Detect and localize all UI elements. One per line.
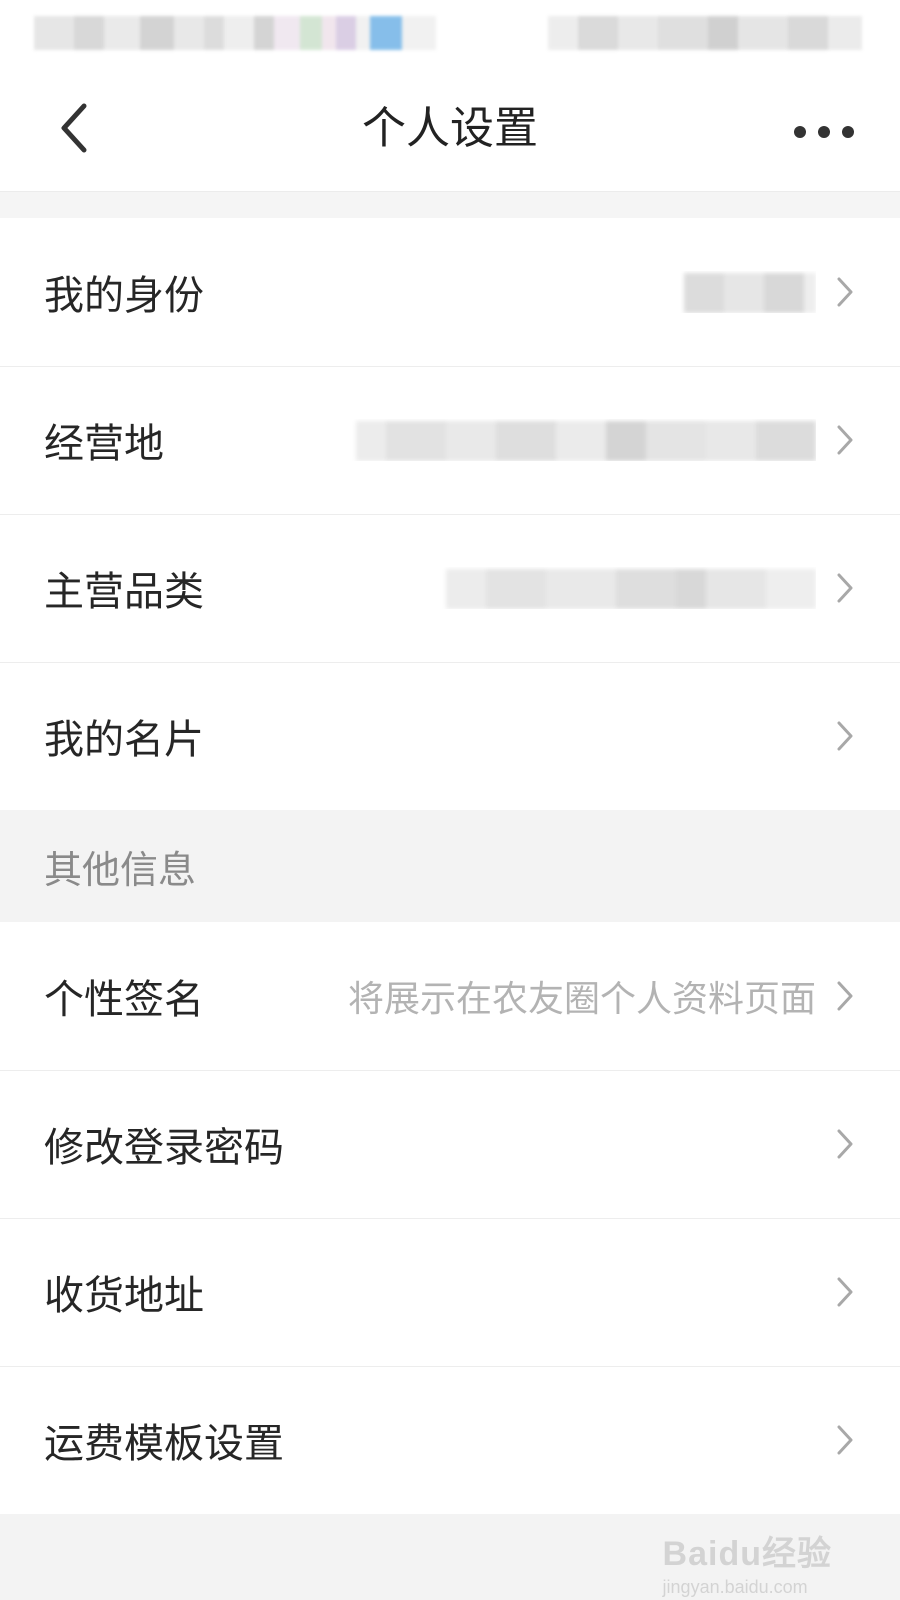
- more-button[interactable]: [794, 122, 854, 142]
- row-my-business-card[interactable]: 我的名片: [0, 662, 900, 810]
- nav-header: 个人设置: [0, 68, 900, 192]
- chevron-right-icon: [837, 1277, 853, 1307]
- row-label: 我的名片: [44, 717, 204, 763]
- section-title: 其他信息: [44, 847, 197, 892]
- row-shipping-address[interactable]: 收货地址: [0, 1218, 900, 1366]
- more-dot-icon: [794, 126, 806, 138]
- row-value-redacted: [204, 567, 816, 609]
- other-info-group: 个性签名 将展示在农友圈个人资料页面 修改登录密码 收货地址 运费模板设置: [0, 922, 900, 1514]
- section-spacer: [0, 192, 900, 218]
- chevron-right-icon: [837, 425, 853, 455]
- chevron-right-icon: [837, 1425, 853, 1455]
- row-label: 修改登录密码: [44, 1125, 284, 1171]
- row-label: 主营品类: [44, 569, 204, 615]
- chevron-right-icon: [837, 277, 853, 307]
- row-main-category[interactable]: 主营品类: [0, 514, 900, 662]
- chevron-right-icon: [837, 721, 853, 751]
- status-bar-right-redacted: [548, 16, 862, 50]
- watermark-logo: Baidu经验: [662, 1535, 832, 1573]
- row-my-identity[interactable]: 我的身份: [0, 218, 900, 366]
- row-label: 经营地: [44, 421, 164, 467]
- status-bar-left-redacted: [34, 16, 436, 50]
- row-freight-template[interactable]: 运费模板设置: [0, 1366, 900, 1514]
- more-dot-icon: [842, 126, 854, 138]
- row-label: 个性签名: [44, 977, 204, 1023]
- status-bar: [0, 0, 900, 68]
- row-value-redacted: [164, 419, 816, 461]
- chevron-right-icon: [837, 981, 853, 1011]
- more-dot-icon: [818, 126, 830, 138]
- page-title: 个人设置: [362, 103, 538, 154]
- chevron-right-icon: [837, 1129, 853, 1159]
- watermark-url: jingyan.baidu.com: [662, 1577, 808, 1597]
- row-label: 运费模板设置: [44, 1421, 284, 1467]
- row-value: 将展示在农友圈个人资料页面: [347, 979, 816, 1020]
- row-personal-signature[interactable]: 个性签名 将展示在农友圈个人资料页面: [0, 922, 900, 1070]
- redacted-value: [356, 421, 816, 461]
- section-header-other-info: 其他信息: [0, 810, 900, 922]
- row-label: 收货地址: [44, 1273, 204, 1319]
- row-change-password[interactable]: 修改登录密码: [0, 1070, 900, 1218]
- profile-settings-group: 我的身份 经营地 主营品类 我的名片: [0, 218, 900, 810]
- row-value-redacted: [204, 271, 816, 313]
- bottom-area: Baidu经验 jingyan.baidu.com: [0, 1514, 900, 1600]
- redacted-value: [684, 273, 816, 313]
- row-label: 我的身份: [44, 273, 204, 319]
- watermark: Baidu经验 jingyan.baidu.com: [663, 1526, 832, 1598]
- chevron-right-icon: [837, 573, 853, 603]
- redacted-value: [446, 569, 816, 609]
- row-business-location[interactable]: 经营地: [0, 366, 900, 514]
